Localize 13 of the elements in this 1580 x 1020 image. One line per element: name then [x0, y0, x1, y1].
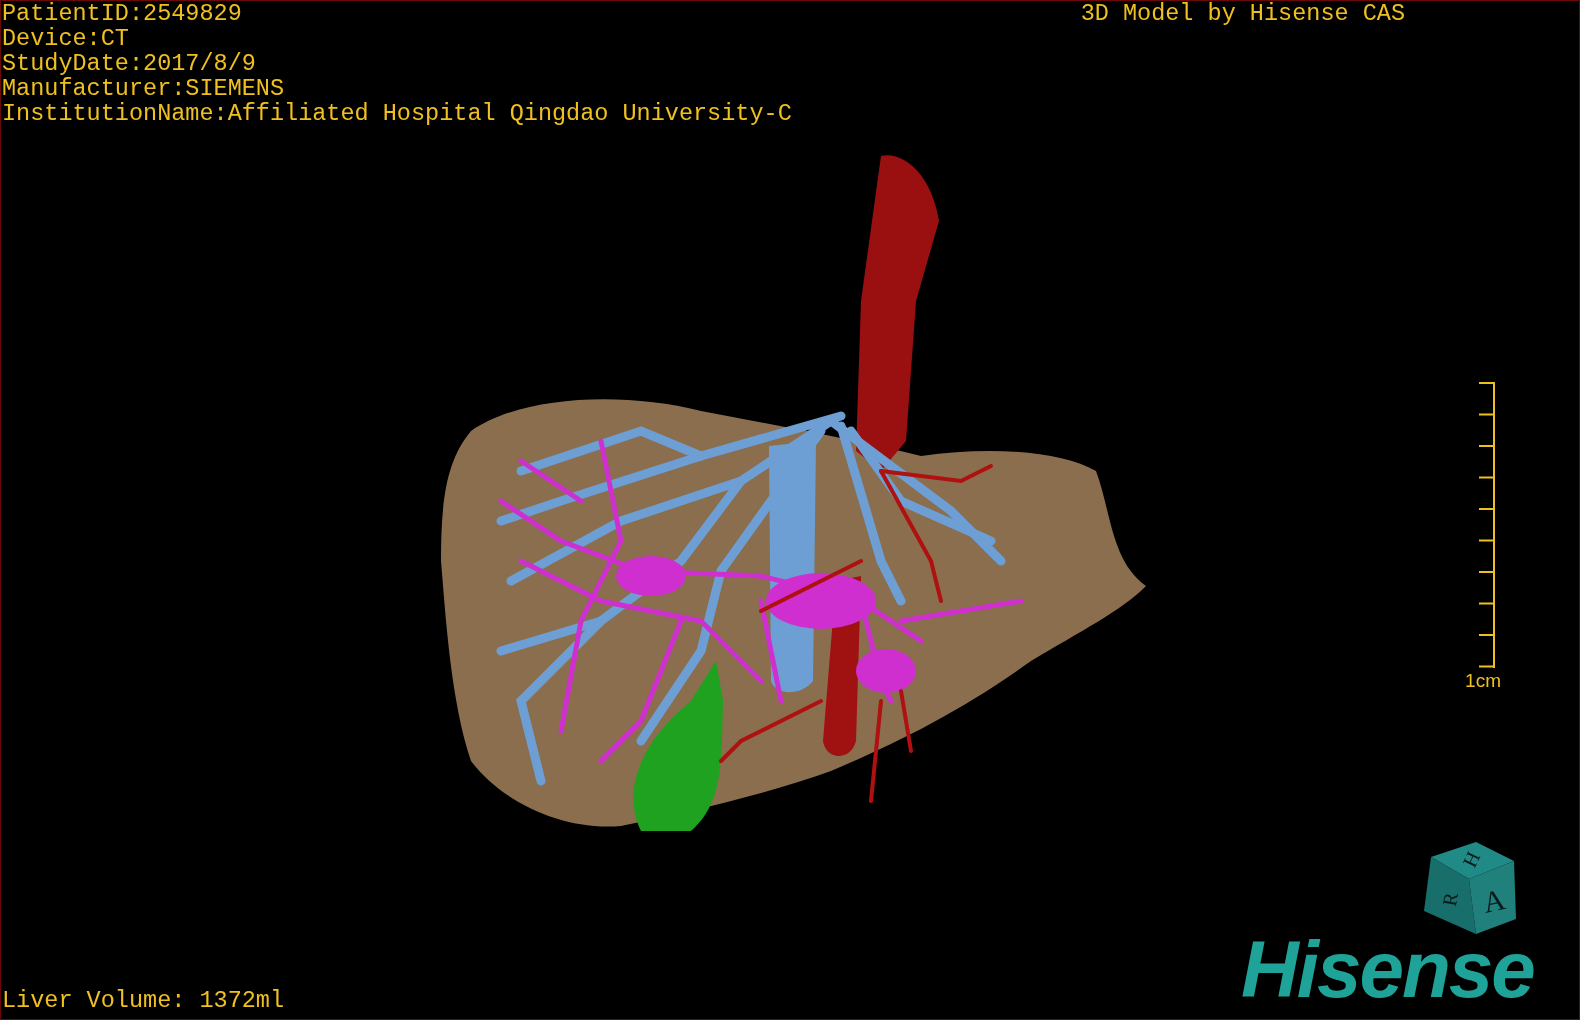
- viewer-title: 3D Model by Hisense CAS: [1080, 1, 1405, 26]
- scale-label: 1cm: [1465, 670, 1501, 692]
- study-info-text: PatientID:2549829: [2, 1, 243, 26]
- study-info-text: StudyDate:2017/8/9: [2, 51, 257, 76]
- study-info-text: Device:CT: [2, 26, 130, 51]
- orientation-cube[interactable]: [1424, 842, 1516, 934]
- study-info-text: InstitutionName:Affiliated Hospital Qingdao University-C: [2, 101, 792, 126]
- cube-face-letter: A: [1479, 882, 1508, 919]
- study-info-text: Manufacturer:SIEMENS: [2, 76, 286, 101]
- liver-volume-text: Liver Volume: 1372ml: [2, 988, 285, 1013]
- cube-face-letter: R: [1438, 890, 1462, 908]
- brand-logo: Hisense: [1241, 929, 1534, 1011]
- cube-face-letter: H: [1458, 847, 1485, 871]
